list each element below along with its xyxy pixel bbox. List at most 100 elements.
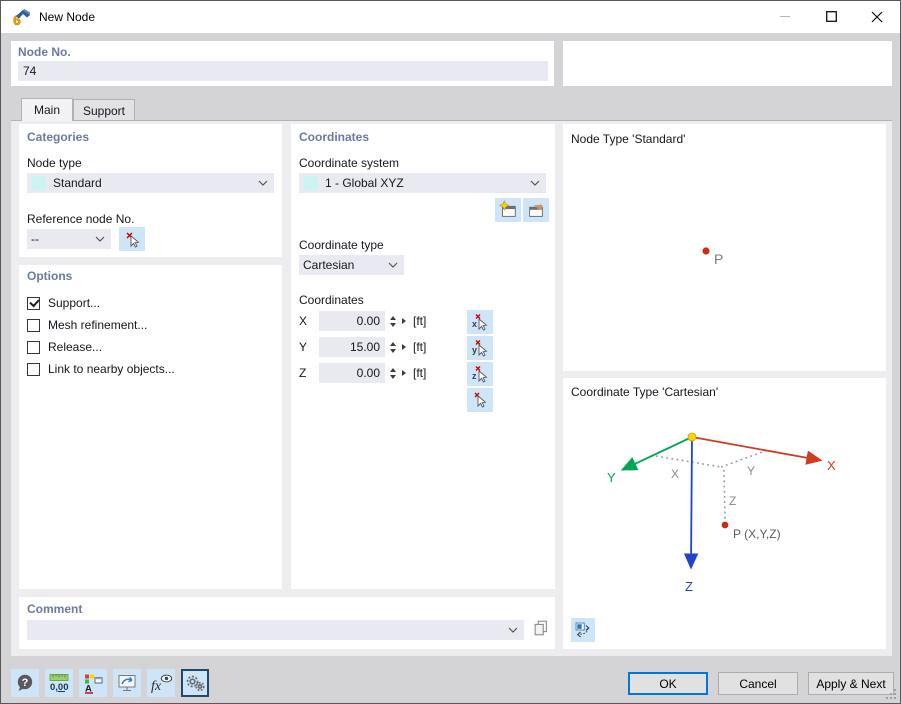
checkbox-support-label: Support... xyxy=(48,296,101,310)
options-group: Options Support... Mesh refinement... Re… xyxy=(19,265,282,589)
svg-text:X: X xyxy=(671,467,679,481)
coordinate-type-dropdown[interactable]: Cartesian xyxy=(299,255,404,275)
new-node-dialog: 6 New Node Node No. 74 Main Support Cate… xyxy=(0,0,901,704)
coordinate-system-value: 1 - Global XYZ xyxy=(325,176,404,190)
y-expand-icon[interactable] xyxy=(402,344,406,350)
pick-y-button[interactable]: y xyxy=(467,336,493,360)
pick-point-button[interactable] xyxy=(467,388,493,412)
spin-up-icon xyxy=(390,367,396,372)
title-bar[interactable]: 6 New Node xyxy=(1,1,900,33)
z-coordinate-value: 0.00 xyxy=(356,366,380,380)
chevron-down-icon xyxy=(508,627,518,633)
chevron-down-icon xyxy=(530,180,540,186)
node-no-value: 74 xyxy=(23,64,37,78)
tab-support-label: Support xyxy=(82,103,126,118)
svg-text:y: y xyxy=(472,345,477,355)
resize-grip[interactable] xyxy=(884,687,897,700)
svg-text:Z: Z xyxy=(729,494,736,508)
edit-coordinate-system-button[interactable]: ☚ xyxy=(523,198,549,222)
comment-header: Comment xyxy=(27,602,83,616)
formula-button[interactable]: fx xyxy=(147,669,175,697)
generated-settings-button[interactable] xyxy=(181,669,209,697)
y-coordinate-value: 15.00 xyxy=(349,340,380,354)
pick-z-button[interactable]: z xyxy=(467,362,493,386)
node-no-field[interactable]: 74 xyxy=(18,61,548,81)
minimize-button[interactable] xyxy=(762,1,808,32)
y-spinner[interactable] xyxy=(388,337,398,357)
spin-down-icon xyxy=(390,348,396,353)
pick-x-cursor-icon: x xyxy=(472,314,488,331)
categories-header: Categories xyxy=(27,130,90,144)
help-button[interactable]: ? xyxy=(11,669,39,697)
checkbox-icon xyxy=(27,362,40,376)
node-type-color-swatch xyxy=(31,176,45,190)
maximize-icon xyxy=(825,11,837,22)
tab-main-label: Main xyxy=(33,103,60,117)
toggle-orientation-button[interactable] xyxy=(571,618,595,642)
display-properties-button[interactable]: A xyxy=(79,669,107,697)
z-spinner[interactable] xyxy=(388,363,398,383)
z-expand-icon[interactable] xyxy=(402,370,406,376)
chevron-down-icon xyxy=(388,262,398,268)
checkbox-link-nearby[interactable]: Link to nearby objects... xyxy=(27,361,175,377)
x-spinner[interactable] xyxy=(388,311,398,331)
formula-fx-icon: fx xyxy=(151,674,173,694)
tab-support[interactable]: Support xyxy=(73,99,135,121)
checkbox-icon xyxy=(27,340,40,354)
svg-text:Y: Y xyxy=(607,470,616,485)
app-logo-icon: 6 xyxy=(13,8,30,27)
coordinate-type-preview-panel: Coordinate Type 'Cartesian' X Y Z X Y Z … xyxy=(563,378,886,649)
spin-up-icon xyxy=(390,341,396,346)
node-no-header: Node No. xyxy=(18,45,71,59)
close-button[interactable] xyxy=(854,1,900,32)
copy-icon xyxy=(534,620,547,635)
svg-text:?: ? xyxy=(22,677,29,689)
svg-text:X: X xyxy=(827,458,836,473)
edit-window-hand-icon: ☚ xyxy=(529,202,543,217)
coordinate-system-dropdown[interactable]: 1 - Global XYZ xyxy=(299,173,546,193)
coordinates-values-label: Coordinates xyxy=(299,293,364,307)
monitor-icon xyxy=(118,675,136,692)
copy-comment-button[interactable] xyxy=(530,618,552,640)
comment-panel: Comment xyxy=(19,597,555,649)
apply-next-button[interactable]: Apply & Next xyxy=(808,672,894,695)
checkbox-release[interactable]: Release... xyxy=(27,339,102,355)
cancel-button[interactable]: Cancel xyxy=(718,672,798,695)
reference-node-pick-button[interactable] xyxy=(119,227,145,251)
reference-node-value: -- xyxy=(31,232,39,246)
svg-text:Z: Z xyxy=(685,579,693,594)
units-settings-button[interactable]: 0,00 xyxy=(45,669,73,697)
node-type-dropdown[interactable]: Standard xyxy=(27,173,274,193)
coordinate-type-value: Cartesian xyxy=(303,258,355,272)
gears-icon xyxy=(186,675,205,691)
tab-main[interactable]: Main xyxy=(21,98,73,121)
swap-view-icon xyxy=(575,622,590,638)
apply-to-view-button[interactable] xyxy=(113,669,141,697)
y-unit-label: [ft] xyxy=(413,340,427,354)
y-coordinate-field[interactable]: 15.00 xyxy=(319,337,385,357)
comment-combobox[interactable] xyxy=(27,620,524,640)
pick-z-cursor-icon: z xyxy=(472,366,488,383)
pick-x-button[interactable]: x xyxy=(467,310,493,334)
cartesian-axes-graphic: X Y Z X Y Z P (X,Y,Z) xyxy=(607,432,836,594)
x-coordinate-field[interactable]: 0.00 xyxy=(319,311,385,331)
new-coordinate-system-button[interactable] xyxy=(495,198,521,222)
x-expand-icon[interactable] xyxy=(402,318,406,324)
maximize-button[interactable] xyxy=(808,1,854,32)
checkbox-icon xyxy=(27,318,40,332)
info-panel xyxy=(563,41,892,86)
checkbox-link-nearby-label: Link to nearby objects... xyxy=(48,362,175,376)
svg-text:P (X,Y,Z): P (X,Y,Z) xyxy=(733,527,781,541)
help-icon: ? xyxy=(17,674,33,691)
node-type-preview-panel: Node Type 'Standard' P xyxy=(563,124,886,371)
checkbox-mesh-refinement[interactable]: Mesh refinement... xyxy=(27,317,147,333)
x-axis-label: X xyxy=(299,314,308,328)
checkbox-mesh-refinement-label: Mesh refinement... xyxy=(48,318,148,332)
z-unit-label: [ft] xyxy=(413,366,427,380)
display-properties-icon: A xyxy=(85,674,103,694)
close-icon xyxy=(871,11,883,22)
ok-button[interactable]: OK xyxy=(628,672,708,695)
z-coordinate-field[interactable]: 0.00 xyxy=(319,363,385,383)
checkbox-support[interactable]: Support... xyxy=(27,295,100,311)
reference-node-dropdown[interactable]: -- xyxy=(27,229,111,249)
